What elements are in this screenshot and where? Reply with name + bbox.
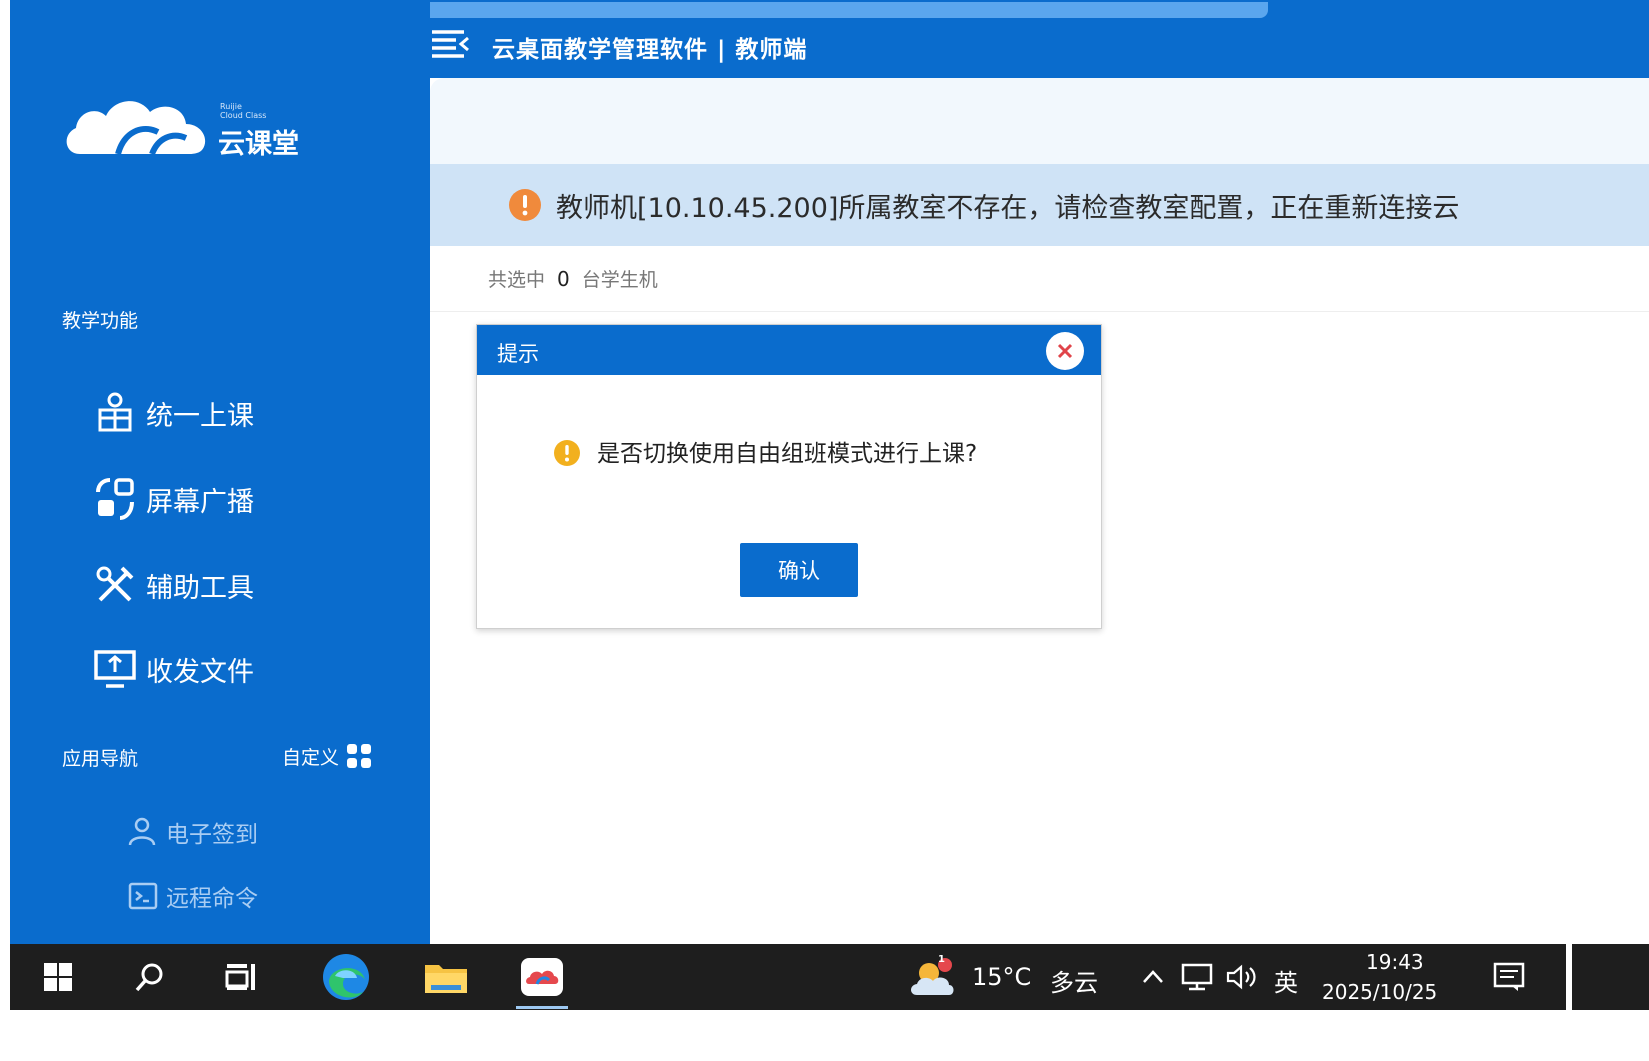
broadcast-icon <box>92 476 140 522</box>
logo-subtitle: Ruijie Cloud Class <box>220 102 267 120</box>
menu-collapse-icon <box>432 30 469 58</box>
photo-frame-left <box>0 0 10 1061</box>
section-apps-label: 应用导航 <box>62 748 139 770</box>
dialog-header: 提示 <box>477 325 1101 375</box>
weather-widget[interactable] <box>906 944 960 1010</box>
tools-icon <box>92 562 140 608</box>
sidebar: Ruijie Cloud Class 云课堂 教学功能 统一上课 屏幕广播 辅助… <box>10 0 430 944</box>
active-app-indicator <box>516 1006 568 1009</box>
dialog-close-button[interactable] <box>1046 332 1084 370</box>
app-nav-remote-command[interactable]: 远程命令 <box>126 876 258 916</box>
task-view-icon <box>225 964 255 990</box>
notification-center-button[interactable] <box>1484 944 1534 1010</box>
warning-icon <box>509 189 541 221</box>
logo-text: 云课堂 <box>218 129 299 160</box>
photo-frame-bottom <box>0 1010 1649 1061</box>
confirm-button[interactable]: 确认 <box>740 543 858 597</box>
cloud-class-app-icon <box>521 958 563 996</box>
weather-description: 多云 <box>1050 969 1098 997</box>
sign-in-icon <box>128 817 156 846</box>
edge-browser-icon <box>323 954 369 1000</box>
app-nav-sign-in[interactable]: 电子签到 <box>126 812 258 852</box>
task-view-button[interactable] <box>220 944 264 1010</box>
dialog-title: 提示 <box>497 342 539 366</box>
question-warning-icon <box>554 440 580 466</box>
alert-text: 教师机[10.10.45.200]所属教室不存在，请检查教室配置，正在重新连接云 <box>556 192 1460 224</box>
sidebar-item-label: 屏幕广播 <box>146 486 254 518</box>
folder-icon <box>425 965 467 993</box>
sidebar-item-file-transfer[interactable]: 收发文件 <box>92 646 322 692</box>
section-teaching-label: 教学功能 <box>62 310 139 332</box>
clock-date[interactable]: 2025/10/25 <box>1322 980 1437 1004</box>
sidebar-item-screen-broadcast[interactable]: 屏幕广播 <box>92 476 322 522</box>
taskbar: 1 15°C 多云 英 19:43 2025/10/25 <box>10 944 1649 1010</box>
windows-icon <box>44 963 72 991</box>
file-transfer-icon <box>92 646 140 692</box>
customize-button[interactable]: 自定义 <box>282 742 373 770</box>
terminal-icon <box>128 882 158 910</box>
menu-toggle-button[interactable] <box>430 28 470 62</box>
cloud-logo-icon <box>66 101 206 156</box>
class-icon <box>92 390 140 436</box>
weather-badge: 1 <box>938 954 945 965</box>
prompt-dialog: 提示 是否切换使用自由组班模式进行上课? 确认 <box>476 324 1102 629</box>
selected-count: 0 <box>557 266 570 291</box>
search-button[interactable] <box>128 944 172 1010</box>
dialog-message: 是否切换使用自由组班模式进行上课? <box>597 441 978 467</box>
app-title: 云桌面教学管理软件 | 教师端 <box>492 37 808 63</box>
taskbar-edge[interactable] <box>314 944 378 1010</box>
input-language[interactable]: 英 <box>1274 963 1298 998</box>
network-icon <box>1181 963 1213 991</box>
sidebar-item-label: 辅助工具 <box>146 572 254 604</box>
sidebar-item-unified-class[interactable]: 统一上课 <box>92 390 322 436</box>
notification-icon <box>1493 962 1525 991</box>
window-top-strip <box>310 2 1268 18</box>
clock-time[interactable]: 19:43 <box>1366 950 1424 974</box>
close-icon <box>1057 343 1073 359</box>
sidebar-item-aux-tools[interactable]: 辅助工具 <box>92 562 322 608</box>
network-status[interactable] <box>1176 944 1218 1010</box>
main-header-area <box>430 78 1649 164</box>
weather-temperature: 15°C <box>972 963 1032 991</box>
sidebar-item-label: 收发文件 <box>146 656 254 688</box>
speaker-icon <box>1226 964 1256 990</box>
search-icon <box>135 963 163 992</box>
show-desktop-edge[interactable] <box>1566 944 1572 1010</box>
partly-cloudy-icon <box>911 958 954 995</box>
show-hidden-icons-button[interactable] <box>1136 944 1170 1010</box>
start-button[interactable] <box>36 944 80 1010</box>
alert-banner: 教师机[10.10.45.200]所属教室不存在，请检查教室配置，正在重新连接云 <box>430 164 1649 246</box>
grid-icon <box>347 744 372 768</box>
taskbar-cloud-class-app[interactable] <box>508 944 576 1010</box>
selection-summary: 共选中 0 台学生机 <box>430 246 1649 312</box>
sidebar-item-label: 统一上课 <box>146 400 254 432</box>
taskbar-file-explorer[interactable] <box>414 944 478 1010</box>
chevron-up-icon <box>1143 970 1163 983</box>
volume-control[interactable] <box>1222 944 1264 1010</box>
